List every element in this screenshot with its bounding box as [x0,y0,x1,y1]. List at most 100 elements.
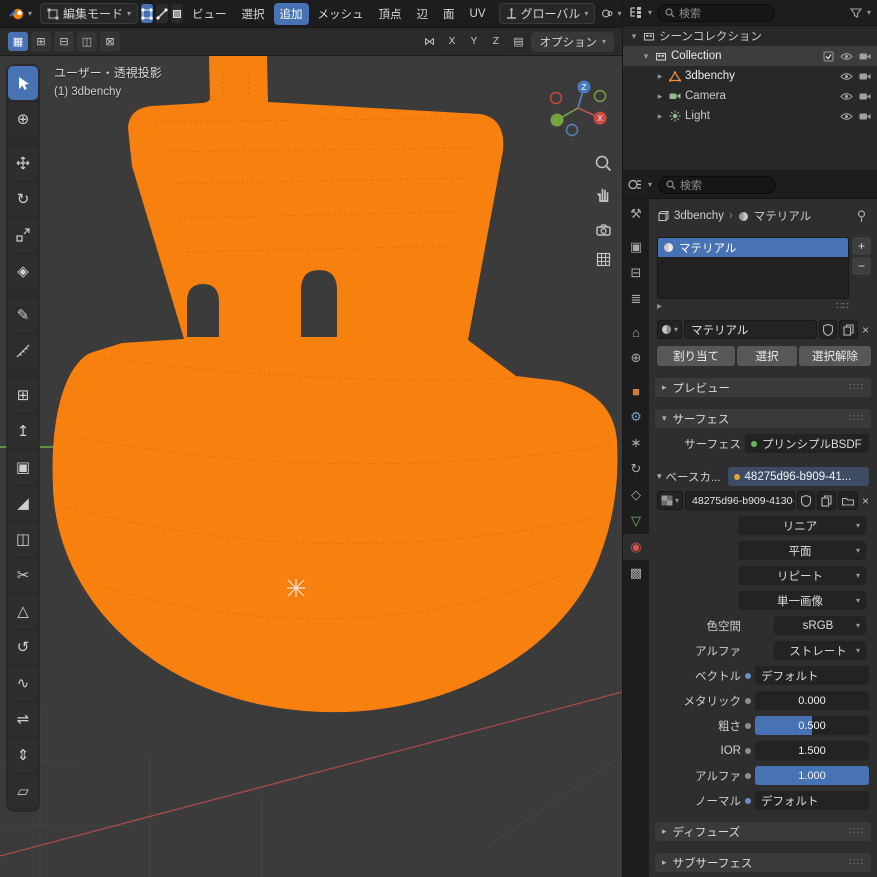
tab-world[interactable]: ⊕ [623,345,649,371]
tool-loop-cut[interactable]: ◫ [8,522,38,556]
ior-slider[interactable]: 1.500 [755,741,869,760]
projection-select[interactable]: 平面 ▾ [738,541,866,560]
menu-face[interactable]: 面 [437,3,461,25]
tab-texture[interactable]: ▩ [623,560,649,586]
expand-icon[interactable]: ▾ [629,31,639,42]
render-visibility-icon[interactable] [859,92,871,101]
outliner-item-3dbenchy[interactable]: ▸ 3dbenchy [623,66,877,86]
tool-extrude-region[interactable]: ↥ [8,414,38,448]
outliner-editor-icon[interactable] [629,6,643,19]
render-visibility-icon[interactable] [859,112,871,121]
select-mode-subtract-button[interactable]: ⊟ [54,32,74,51]
checkbox-icon[interactable] [823,51,834,62]
tab-constraints[interactable]: ◇ [623,482,649,508]
eye-icon[interactable] [840,52,853,61]
decorator-dot[interactable] [745,697,751,704]
pivot-point-selector[interactable]: ▾ [598,3,622,24]
image-name-field[interactable]: 48275d96-b909-4130-... [685,491,795,510]
tool-spin[interactable]: ↺ [8,630,38,664]
menu-view[interactable]: ビュー [186,3,233,25]
select-mode-invert-button[interactable]: ◫ [77,32,97,51]
expand-icon[interactable]: ▾ [657,471,662,482]
filter-icon[interactable] [849,7,862,19]
tab-render[interactable]: ▣ [623,234,649,260]
decorator-dot[interactable] [745,722,751,729]
gizmo-neg-y[interactable] [593,89,607,103]
specials-menu-icon[interactable]: ▸ [657,301,662,312]
tab-output[interactable]: ⊟ [623,260,649,286]
remove-slot-button[interactable]: − [852,257,871,275]
menu-add[interactable]: 追加 [273,2,309,25]
mode-selector[interactable]: 編集モード ▾ [40,3,139,24]
tool-move[interactable] [8,146,38,180]
preview-section-header[interactable]: ▸ プレビュー ∷∷ [655,378,871,397]
base-color-field[interactable]: 48275d96-b909-41... [727,467,869,486]
open-image-button[interactable] [837,491,858,510]
unlink-material-button[interactable]: × [860,323,871,337]
roughness-slider[interactable]: 0.500 [755,716,869,735]
decorator-dot[interactable] [745,747,751,754]
metallic-slider[interactable]: 0.000 [755,691,869,710]
mirror-z-toggle[interactable]: Z [486,32,506,51]
new-image-button[interactable] [816,491,836,510]
benchy-model[interactable] [52,56,618,713]
face-select-mode-button[interactable] [171,4,184,23]
diffuse-section-header[interactable]: ▸ ディフューズ ∷∷ [655,822,871,841]
ortho-toggle-button[interactable] [592,248,614,270]
deselect-button[interactable]: 選択解除 [799,346,871,366]
tool-smooth[interactable]: ∿ [8,666,38,700]
unlink-image-button[interactable]: × [860,494,871,508]
eye-icon[interactable] [840,72,853,81]
tool-scale[interactable] [8,218,38,252]
options-dropdown[interactable]: オプション ▾ [531,31,614,52]
new-material-button[interactable] [838,320,858,339]
tool-poly-build[interactable]: △ [8,594,38,628]
render-visibility-icon[interactable] [859,52,871,61]
assign-button[interactable]: 割り当て [657,346,735,366]
fake-user-button[interactable] [796,491,815,510]
alpha-slider[interactable]: 1.000 [755,766,869,785]
tab-material[interactable]: ◉ [623,534,649,560]
tab-object[interactable]: ■ [623,378,649,404]
material-slot-selected[interactable]: マテリアル [658,238,848,257]
navigation-gizmo[interactable]: Z X [548,78,608,138]
browse-material-button[interactable]: ▾ [657,320,683,339]
gizmo-pos-y[interactable] [550,113,564,127]
app-menu-button[interactable]: ▾ [4,3,38,24]
gizmo-neg-z[interactable] [565,123,579,137]
browse-image-button[interactable]: ▾ [657,491,684,510]
interpolation-select[interactable]: リニア ▾ [738,516,866,535]
viewport-3d[interactable]: ユーザー・透視投影 (1) 3dbenchy ⊕ ↻ ◈ ✎ ⊞ ↥ ▣ ◢ ◫… [0,56,622,877]
tab-tool[interactable]: ⚒ [623,201,649,227]
select-mode-intersect-button[interactable]: ⊠ [100,32,120,51]
eye-icon[interactable] [840,92,853,101]
eye-icon[interactable] [840,112,853,121]
properties-search[interactable]: 検索 [658,175,777,194]
pin-icon[interactable] [856,209,867,223]
scene-collection-row[interactable]: ▾ シーンコレクション [623,26,877,46]
fake-user-button[interactable] [818,320,837,339]
expand-icon[interactable]: ▾ [641,51,651,62]
select-button[interactable]: 選択 [737,346,797,366]
render-visibility-icon[interactable] [859,72,871,81]
decorator-dot[interactable] [745,772,751,779]
vertex-select-mode-button[interactable] [141,4,154,23]
menu-vertex[interactable]: 頂点 [373,3,408,25]
subsurface-section-header[interactable]: ▸ サブサーフェス ∷∷ [655,853,871,872]
tab-view-layer[interactable]: ≣ [623,286,649,312]
surface-shader-field[interactable]: プリンシプルBSDF [745,434,869,453]
tool-measure[interactable] [8,334,38,368]
select-mode-new-button[interactable]: ▦ [8,32,28,51]
tool-annotate[interactable]: ✎ [8,298,38,332]
material-slot-list[interactable]: マテリアル [657,237,849,299]
decorator-dot[interactable] [745,797,751,804]
material-name-field[interactable]: マテリアル [684,320,817,339]
tool-add-cube[interactable]: ⊞ [8,378,38,412]
tab-physics[interactable]: ↻ [623,456,649,482]
chevron-down-icon[interactable]: ▾ [867,8,871,17]
pan-button[interactable] [592,182,614,204]
alpha-mode-select[interactable]: ストレート ▾ [774,641,866,660]
collection-row[interactable]: ▾ Collection [623,46,877,66]
outliner-search[interactable]: 検索 [657,3,776,22]
extension-select[interactable]: リピート ▾ [738,566,866,585]
